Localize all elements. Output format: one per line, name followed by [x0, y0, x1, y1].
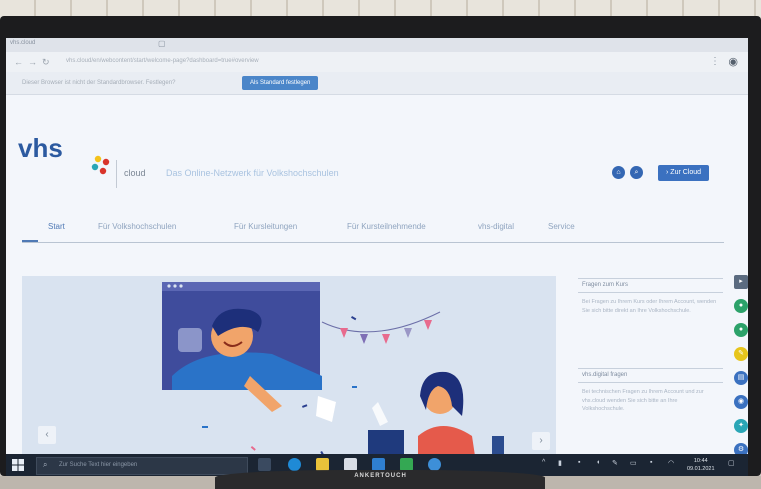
sidebar-divider: [578, 368, 723, 369]
clock-time: 10:44: [693, 458, 708, 464]
file-explorer-icon[interactable]: [316, 458, 329, 471]
lock-icon[interactable]: ⌂: [612, 166, 625, 179]
language-icon[interactable]: ▪: [650, 459, 652, 466]
search-icon: ⌕: [43, 460, 48, 469]
notifications-icon[interactable]: ▢: [728, 459, 735, 467]
sidebar-text-1: Bei Fragen zu Ihrem Kurs oder Ihrem Acco…: [582, 299, 717, 314]
account-icon[interactable]: ◉: [728, 55, 738, 68]
cloud-label: cloud: [124, 168, 146, 178]
calendar-icon[interactable]: ▤: [734, 371, 748, 385]
sidebar-title-1: Fragen zum Kurs: [582, 282, 629, 288]
sidebar-text-2: Bei technischen Fragen zu Ihrem Account …: [582, 389, 704, 412]
message-icon[interactable]: ●: [734, 323, 748, 337]
nav-kursleitungen[interactable]: Für Kursleitungen: [234, 222, 297, 231]
nav-service[interactable]: Service: [548, 222, 575, 231]
carousel-next-button[interactable]: ›: [532, 432, 550, 450]
battery-icon[interactable]: ▮: [558, 459, 562, 467]
hero-illustration: [22, 276, 556, 476]
nav-start[interactable]: Start: [48, 222, 65, 231]
reload-icon[interactable]: ↻: [42, 57, 50, 68]
hero-carousel: ‹ ›: [22, 276, 556, 476]
search-icon[interactable]: ⌕: [630, 166, 643, 179]
info-sidebar: Fragen zum Kurs Bei Fragen zu Ihrem Kurs…: [578, 276, 723, 476]
sidebar-title-2: vhs.digital fragen: [582, 372, 628, 378]
active-tab-underline: [22, 240, 38, 242]
set-default-button[interactable]: Als Standard festlegen: [242, 76, 319, 90]
browser-tab[interactable]: vhs.cloud: [10, 40, 35, 46]
sidebar-divider: [578, 278, 723, 279]
files-icon[interactable]: ◉: [734, 395, 748, 409]
taskbar-search-placeholder: Zur Suche Text hier eingeben: [59, 462, 138, 468]
monitor-brand: ANKERTOUCH: [354, 473, 407, 479]
pen-icon[interactable]: ✎: [612, 459, 618, 467]
forward-icon[interactable]: →: [28, 57, 37, 67]
people-icon[interactable]: ✦: [734, 419, 748, 433]
task-view-icon[interactable]: [258, 458, 271, 471]
clock-date: 09.01.2021: [687, 466, 715, 472]
vhs-logo[interactable]: vhs: [18, 133, 63, 164]
logo-dots-icon: [91, 155, 110, 175]
page-subtitle: Das Online-Netzwerk für Volkshochschulen: [166, 168, 339, 178]
address-bar-row: ← → ↻ vhs.cloud/en/webcontent/start/welc…: [6, 52, 748, 72]
edge-icon[interactable]: [288, 458, 301, 471]
chrome-icon[interactable]: [428, 458, 441, 471]
keyboard-icon[interactable]: ▭: [630, 459, 637, 467]
windows-start-icon[interactable]: [12, 459, 24, 471]
nav-vhs[interactable]: Für Volkshochschulen: [98, 222, 176, 231]
floating-toolbar: ▸ ● ● ✎ ▤ ◉ ✦ ⚙: [732, 275, 748, 475]
collapse-icon[interactable]: ▸: [734, 275, 748, 289]
wifi-icon[interactable]: ◠: [668, 459, 674, 467]
browser-tab-bar: vhs.cloud ▢: [6, 38, 748, 52]
tab-close-icon[interactable]: ▢: [158, 39, 166, 48]
clock[interactable]: 10:44 09.01.2021: [687, 457, 715, 473]
monitor: vhs.cloud ▢ ← → ↻ vhs.cloud/en/webconten…: [0, 16, 761, 476]
back-icon[interactable]: ←: [14, 57, 23, 67]
carousel-prev-button[interactable]: ‹: [38, 426, 56, 444]
main-nav: Start Für Volkshochschulen Für Kursleitu…: [22, 218, 724, 243]
cloud-button-label: Zur Cloud: [670, 169, 702, 176]
volume-icon[interactable]: ◖: [596, 459, 600, 466]
default-browser-infobar: Dieser Browser ist nicht der Standardbro…: [6, 72, 748, 95]
network-icon[interactable]: ▪: [578, 459, 580, 466]
nav-vhs-digital[interactable]: vhs-digital: [478, 222, 514, 231]
chat-icon[interactable]: ●: [734, 299, 748, 313]
url-field[interactable]: vhs.cloud/en/webcontent/start/welcome-pa…: [66, 58, 259, 64]
menu-dots-icon[interactable]: ⋮: [710, 56, 720, 67]
sidebar-divider: [578, 292, 723, 293]
notes-icon[interactable]: ✎: [734, 347, 748, 361]
screen: vhs.cloud ▢ ← → ↻ vhs.cloud/en/webconten…: [6, 38, 748, 476]
go-to-cloud-button[interactable]: › Zur Cloud: [658, 165, 710, 181]
tray-up-icon[interactable]: ^: [542, 459, 545, 466]
nav-kursteilnehmende[interactable]: Für Kursteilnehmende: [347, 222, 426, 231]
infobar-text: Dieser Browser ist nicht der Standardbro…: [22, 80, 176, 86]
logo-divider: [116, 160, 117, 188]
sidebar-divider: [578, 382, 723, 383]
arrow-right-icon: ›: [666, 169, 669, 176]
